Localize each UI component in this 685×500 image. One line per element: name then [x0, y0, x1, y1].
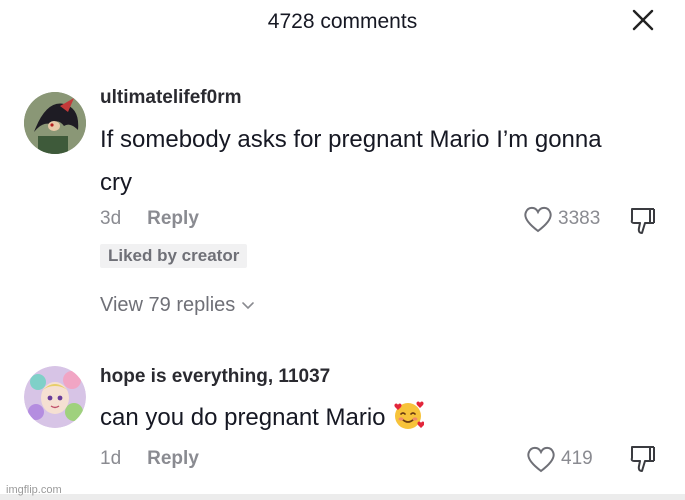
comment-meta: 3d Reply: [100, 208, 199, 230]
close-button[interactable]: [629, 6, 657, 34]
like-button[interactable]: 419: [525, 444, 593, 474]
avatar[interactable]: [24, 92, 86, 154]
comment-text-content: can you do pregnant Mario: [100, 404, 386, 431]
comment-username[interactable]: hope is everything, 11037: [100, 366, 330, 388]
bottom-divider: [0, 494, 685, 500]
avatar[interactable]: [24, 366, 86, 428]
dislike-button[interactable]: [630, 444, 656, 474]
thumbs-down-icon: [630, 446, 655, 472]
thumbs-down-icon: [630, 208, 655, 234]
comments-count-title: 4728 comments: [267, 10, 418, 33]
reply-button[interactable]: Reply: [147, 448, 199, 470]
heart-icon: [527, 446, 555, 473]
heart-icon: [524, 206, 552, 233]
comment-age: 1d: [100, 448, 122, 469]
smiling-face-with-hearts-emoji: [393, 401, 424, 429]
comments-header: 4728 comments: [0, 0, 685, 42]
like-count: 3383: [558, 208, 601, 229]
reply-button[interactable]: Reply: [147, 208, 199, 230]
comment-age: 3d: [100, 208, 122, 229]
liked-by-creator-badge: Liked by creator: [100, 244, 248, 268]
close-icon: [632, 9, 654, 31]
chevron-down-icon: [242, 301, 255, 309]
dislike-button[interactable]: [630, 206, 656, 236]
comment-text: can you do pregnant Mario: [100, 396, 620, 439]
like-count: 419: [561, 448, 593, 469]
view-replies-link[interactable]: View 79 replies: [100, 294, 255, 317]
comment-meta: 1d Reply: [100, 448, 199, 470]
like-button[interactable]: 3383: [522, 204, 600, 234]
comment-text: If somebody asks for pregnant Mario I’m …: [100, 126, 602, 196]
watermark-text: imgflip.com: [6, 484, 62, 496]
view-replies-label: View 79 replies: [100, 294, 236, 316]
shadow-hedgehog-avatar: [24, 92, 86, 154]
comment-username[interactable]: ultimatelifef0rm: [100, 87, 241, 109]
anime-character-avatar: [24, 366, 86, 428]
